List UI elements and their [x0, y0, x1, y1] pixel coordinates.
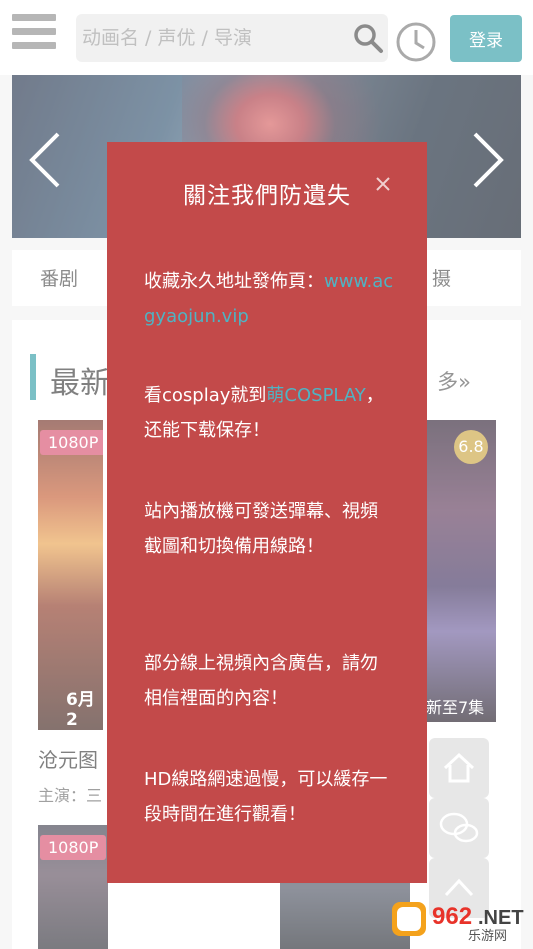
announcement-modal: 關注我們防遺失 收藏永久地址發佈頁：www.acgyaojun.vip 看cos…	[107, 142, 427, 883]
modal-paragraph-cache: HD線路網速過慢，可以緩存一段時間在進行觀看！	[144, 769, 388, 825]
site-watermark-logo: 962 .NET 乐游网	[392, 894, 530, 944]
svg-text:乐游网: 乐游网	[468, 929, 507, 944]
close-icon[interactable]	[371, 172, 395, 196]
cosplay-link[interactable]: 萌COSPLAY	[266, 385, 365, 406]
modal-paragraph-address: 收藏永久地址發佈頁：www.acgyaojun.vip	[144, 271, 394, 327]
svg-text:962: 962	[432, 903, 472, 930]
svg-text:.NET: .NET	[478, 907, 524, 929]
modal-paragraph-cosplay: 看cosplay就到萌COSPLAY，还能下载保存！	[144, 385, 384, 441]
modal-paragraph-player: 站內播放機可發送彈幕、視頻截圖和切換備用線路！	[144, 501, 378, 557]
modal-paragraph-ads: 部分線上視頻內含廣告，請勿相信裡面的內容！	[144, 653, 378, 709]
